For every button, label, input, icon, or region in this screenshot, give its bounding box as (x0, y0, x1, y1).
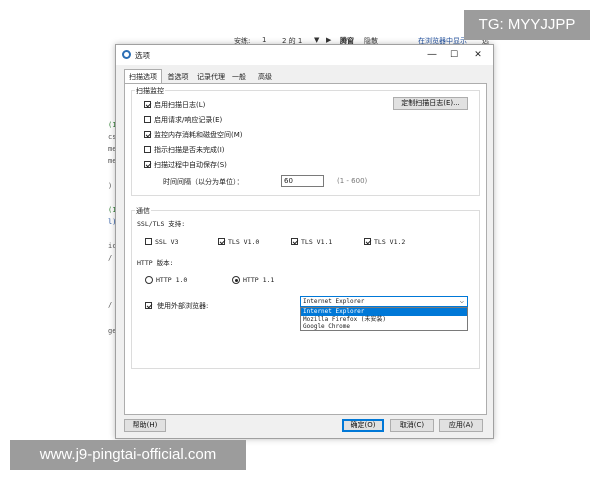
tls-v10-label: TLS V1.0 (228, 238, 260, 246)
interval-range-hint: (1 - 600) (337, 177, 368, 185)
monitor-memory-checkbox[interactable] (144, 131, 151, 138)
tab-preferences[interactable]: 首选项 (164, 71, 192, 83)
browser-dropdown-list: Internet Explorer Mozilla Firefox (未安装) … (300, 307, 468, 331)
http-version-label: HTTP 版本: (137, 259, 174, 267)
ok-button[interactable]: 确定(O) (342, 419, 384, 432)
apply-button[interactable]: 应用(A) (439, 419, 483, 432)
ssl-v3-checkbox[interactable] (145, 238, 152, 245)
maximize-button[interactable]: ☐ (444, 47, 464, 63)
bg-toolbar-text: ▶ (326, 36, 332, 44)
interval-label: 时间间隔（以分为单位）： (163, 178, 244, 186)
watermark-bottom: www.j9-pingtai-official.com (10, 440, 246, 470)
dropdown-option-firefox[interactable]: Mozilla Firefox (未安装) (301, 316, 467, 324)
communication-group (131, 210, 480, 369)
indicate-incomplete-checkbox[interactable] (144, 146, 151, 153)
communication-title: 通信 (135, 206, 151, 216)
interval-input[interactable]: 60 (281, 175, 324, 187)
http-10-radio[interactable] (145, 276, 153, 284)
http-10-label: HTTP 1.0 (156, 276, 188, 284)
tls-v10-checkbox[interactable] (218, 238, 225, 245)
tls-v11-label: TLS V1.1 (301, 238, 333, 246)
autosave-checkbox[interactable] (144, 161, 151, 168)
autosave-label: 扫描过程中自动保存(S) (154, 161, 227, 169)
bg-toolbar-text: 1 (262, 36, 267, 44)
http-11-radio[interactable] (232, 276, 240, 284)
dialog-title: 选项 (135, 51, 150, 60)
dialog-titlebar: 选项 — ☐ ✕ (116, 45, 493, 65)
enable-request-log-label: 启用请求/响应记录(E) (154, 116, 223, 124)
scan-monitor-title: 扫描监控 (135, 86, 165, 96)
tab-record-proxy[interactable]: 记录代理 (194, 71, 228, 83)
tls-v12-label: TLS V1.2 (374, 238, 406, 246)
http-11-label: HTTP 1.1 (243, 276, 275, 284)
enable-scan-log-checkbox[interactable] (144, 101, 151, 108)
ssl-tls-label: SSL/TLS 支持: (137, 220, 186, 228)
tls-v11-checkbox[interactable] (291, 238, 298, 245)
chevron-down-icon: ⌵ (459, 297, 464, 305)
app-icon (122, 50, 131, 59)
minimize-button[interactable]: — (422, 47, 442, 63)
external-browser-label: 使用外部浏览器: (157, 302, 209, 310)
cancel-button[interactable]: 取消(C) (390, 419, 434, 432)
tab-advanced[interactable]: 高级 (254, 71, 276, 83)
bg-code-fragment: ) (108, 182, 113, 190)
custom-scan-log-button[interactable]: 定制扫描日志(E)... (393, 97, 468, 110)
indicate-incomplete-label: 指示扫描是否未完成(I) (154, 146, 225, 154)
ssl-v3-label: SSL V3 (155, 238, 179, 246)
help-button[interactable]: 帮助(H) (124, 419, 166, 432)
enable-scan-log-label: 启用扫描日志(L) (154, 101, 206, 109)
enable-request-log-checkbox[interactable] (144, 116, 151, 123)
tab-general[interactable]: 一般 (230, 71, 248, 83)
close-button[interactable]: ✕ (468, 47, 488, 63)
options-dialog: 选项 — ☐ ✕ 扫描选项 首选项 记录代理 一般 高级 扫描监控 启用扫描日志… (115, 44, 494, 439)
tab-scan-options[interactable]: 扫描选项 (124, 69, 162, 84)
tls-v12-checkbox[interactable] (364, 238, 371, 245)
dropdown-option-chrome[interactable]: Google Chrome (301, 323, 467, 331)
external-browser-checkbox[interactable] (145, 302, 152, 309)
tab-panel: 扫描监控 启用扫描日志(L) 启用请求/响应记录(E) 监控内存消耗和磁盘空间(… (124, 83, 487, 415)
external-browser-select[interactable]: Internet Explorer ⌵ (300, 296, 468, 307)
bg-toolbar-text: ▼ (314, 36, 320, 44)
select-value: Internet Explorer (303, 298, 365, 305)
monitor-memory-label: 监控内存消耗和磁盘空间(M) (154, 131, 243, 139)
dropdown-option-ie[interactable]: Internet Explorer (301, 308, 467, 316)
watermark-top: TG: MYYJJPP (464, 10, 590, 40)
